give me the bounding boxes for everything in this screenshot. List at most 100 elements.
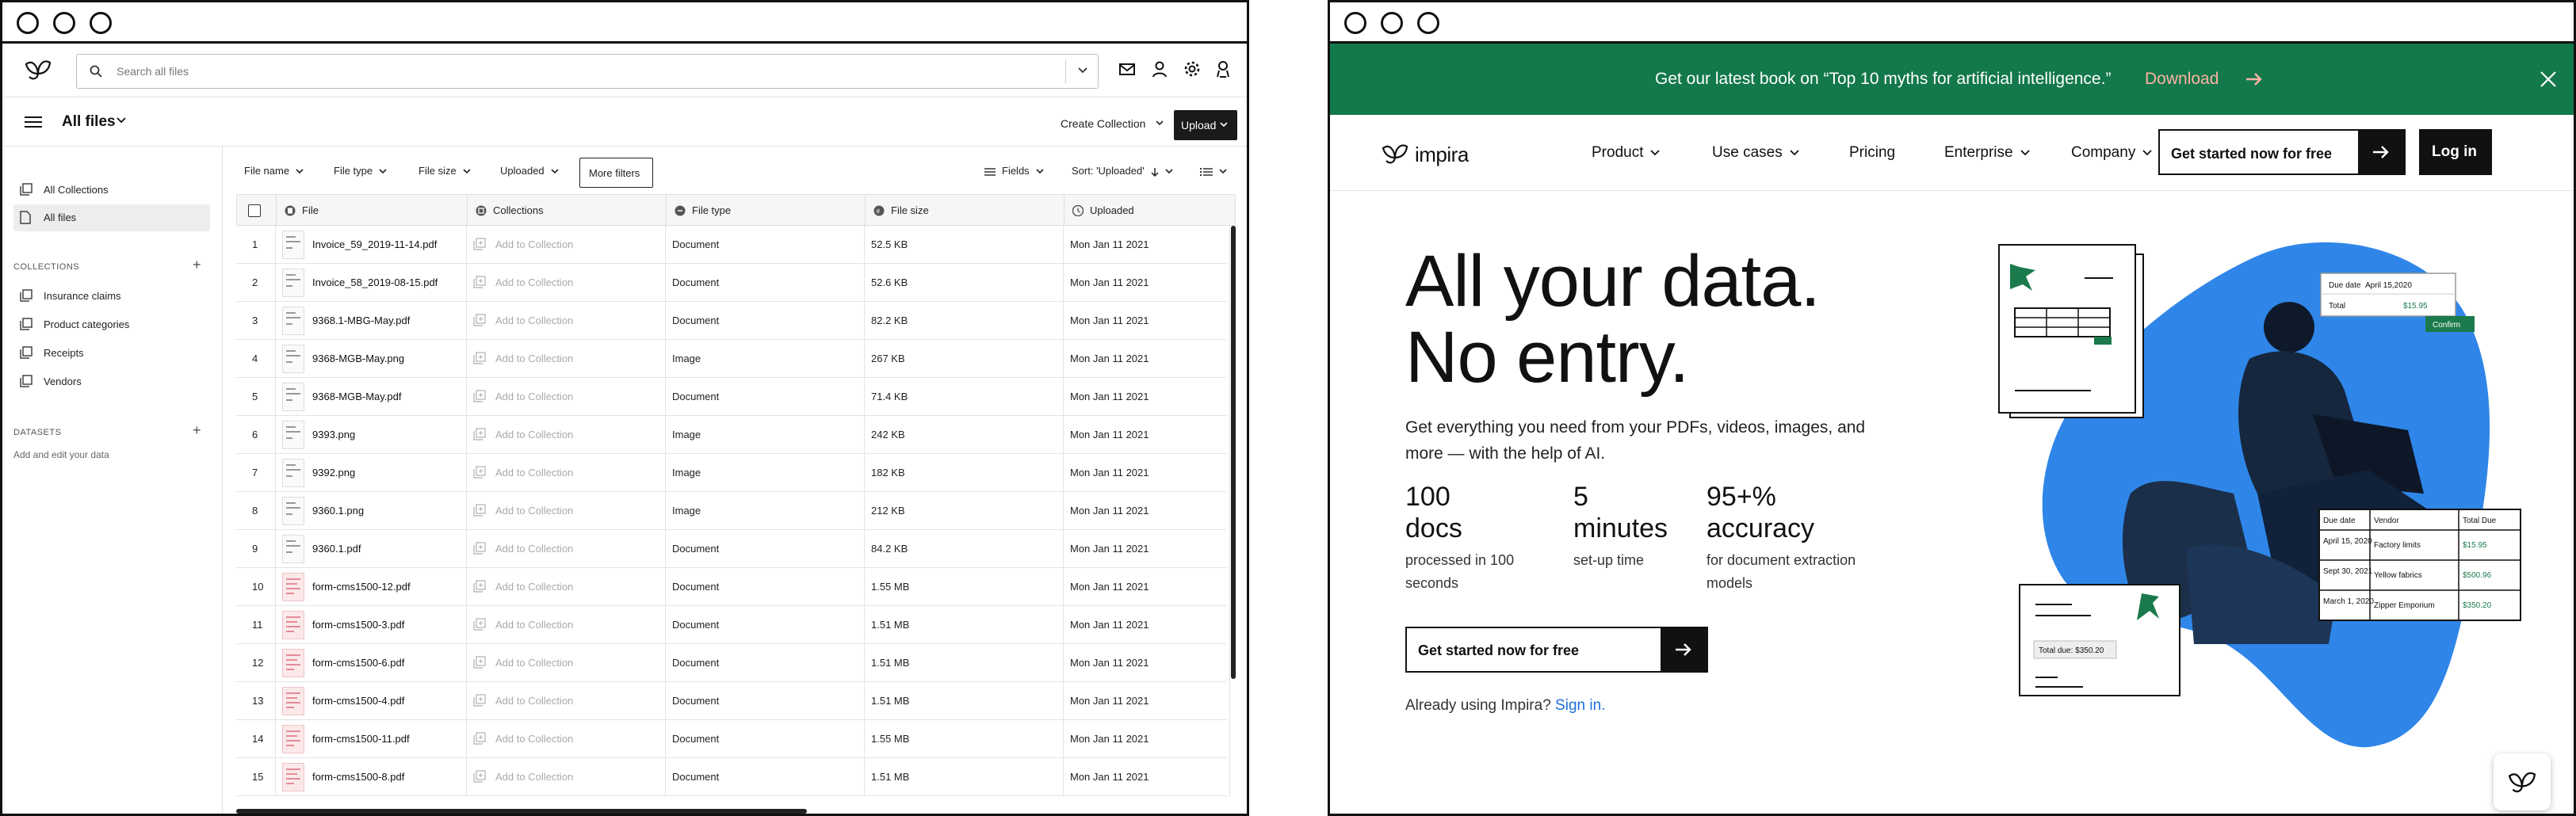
- nav-item-pricing[interactable]: Pricing: [1849, 144, 1895, 162]
- table-row[interactable]: 8 9360.1.png Add to Collection Image 212 KB M…: [236, 492, 1230, 530]
- menu-hamburger-icon[interactable]: [25, 116, 42, 128]
- table-row[interactable]: 9 9360.1.pdf Add to Collection Document 84.2…: [236, 530, 1230, 568]
- filter-uploaded[interactable]: Uploaded: [500, 165, 559, 177]
- table-row[interactable]: 5 9368-MGB-May.pdf Add to Collection Docume…: [236, 378, 1230, 416]
- file-cell[interactable]: Invoice_59_2019-11-14.pdf: [276, 226, 467, 264]
- file-cell[interactable]: form-cms1500-3.pdf: [276, 606, 467, 644]
- create-collection-button[interactable]: Create Collection: [1061, 117, 1145, 130]
- window-close-dot[interactable]: [1344, 12, 1366, 34]
- nav-get-started-button[interactable]: Get started now for free: [2158, 129, 2406, 175]
- filter-file-size[interactable]: File size: [419, 165, 471, 177]
- collections-cell[interactable]: Add to Collection: [467, 682, 666, 720]
- table-row[interactable]: 15 form-cms1500-8.pdf Add to Collection Doc…: [236, 758, 1230, 796]
- column-header-collections[interactable]: Collections: [468, 195, 667, 227]
- sidebar-item-vendors[interactable]: Vendors: [13, 368, 210, 395]
- file-thumbnail[interactable]: [282, 307, 304, 335]
- collections-cell[interactable]: Add to Collection: [467, 644, 666, 682]
- file-name[interactable]: form-cms1500-11.pdf: [312, 733, 410, 745]
- file-name[interactable]: Invoice_58_2019-08-15.pdf: [312, 276, 438, 288]
- banner-close-icon[interactable]: [2540, 71, 2557, 88]
- add-collection-plus-icon[interactable]: +: [193, 257, 201, 273]
- collections-cell[interactable]: Add to Collection: [467, 416, 666, 454]
- collections-cell[interactable]: Add to Collection: [467, 454, 666, 492]
- collections-cell[interactable]: Add to Collection: [467, 530, 666, 568]
- table-row[interactable]: 12 form-cms1500-6.pdf Add to Collection Doc…: [236, 644, 1230, 682]
- collections-cell[interactable]: Add to Collection: [467, 378, 666, 416]
- file-thumbnail[interactable]: [282, 573, 304, 601]
- sidebar-item-all-collections[interactable]: All Collections: [13, 177, 210, 204]
- table-row[interactable]: 6 9393.png Add to Collection Image 242 KB Mon…: [236, 416, 1230, 454]
- fields-button[interactable]: Fields: [984, 165, 1044, 177]
- table-vertical-scrollbar[interactable]: [1231, 226, 1236, 679]
- file-name[interactable]: form-cms1500-6.pdf: [312, 657, 404, 669]
- mail-icon[interactable]: [1118, 61, 1136, 77]
- brand-name[interactable]: impira: [1415, 143, 1469, 167]
- nav-item-product[interactable]: Product: [1592, 144, 1661, 162]
- window-maximize-dot[interactable]: [1417, 12, 1439, 34]
- file-name[interactable]: 9360.1.pdf: [312, 543, 361, 555]
- file-thumbnail[interactable]: [282, 497, 304, 525]
- collections-cell[interactable]: Add to Collection: [467, 568, 666, 606]
- file-name[interactable]: 9393.png: [312, 429, 355, 440]
- file-thumbnail[interactable]: [282, 459, 304, 487]
- file-cell[interactable]: form-cms1500-4.pdf: [276, 682, 467, 720]
- file-cell[interactable]: form-cms1500-11.pdf: [276, 720, 467, 758]
- file-thumbnail[interactable]: [282, 611, 304, 639]
- collections-cell[interactable]: Add to Collection: [467, 758, 666, 796]
- file-cell[interactable]: 9360.1.png: [276, 492, 467, 530]
- file-name[interactable]: Invoice_59_2019-11-14.pdf: [312, 238, 437, 250]
- file-thumbnail[interactable]: [282, 649, 304, 677]
- file-thumbnail[interactable]: [282, 269, 304, 297]
- column-header-uploaded[interactable]: Uploaded: [1064, 195, 1236, 227]
- file-thumbnail[interactable]: [282, 231, 304, 259]
- create-collection-chevron-icon[interactable]: [1156, 120, 1164, 126]
- sidebar-item-product-categories[interactable]: Product categories: [13, 311, 210, 338]
- login-button[interactable]: Log in: [2419, 129, 2492, 175]
- nav-item-use-cases[interactable]: Use cases: [1712, 144, 1799, 162]
- file-cell[interactable]: form-cms1500-8.pdf: [276, 758, 467, 796]
- collections-cell[interactable]: Add to Collection: [467, 340, 666, 378]
- file-cell[interactable]: Invoice_58_2019-08-15.pdf: [276, 264, 467, 302]
- table-row[interactable]: 4 9368-MGB-May.png Add to Collection Image 2…: [236, 340, 1230, 378]
- file-name[interactable]: 9368-MGB-May.png: [312, 353, 404, 364]
- sidebar-item-insurance-claims[interactable]: Insurance claims: [13, 283, 210, 310]
- column-header-file-size[interactable]: # File size: [866, 195, 1064, 227]
- table-horizontal-scrollbar[interactable]: [236, 809, 807, 814]
- filter-file-type[interactable]: File type: [334, 165, 387, 177]
- table-row[interactable]: 13 form-cms1500-4.pdf Add to Collection Doc…: [236, 682, 1230, 720]
- impira-logo-icon[interactable]: [1380, 142, 1410, 166]
- file-cell[interactable]: form-cms1500-6.pdf: [276, 644, 467, 682]
- file-thumbnail[interactable]: [282, 725, 304, 753]
- file-thumbnail[interactable]: [282, 345, 304, 373]
- file-name[interactable]: 9368-MGB-May.pdf: [312, 391, 401, 402]
- collections-cell[interactable]: Add to Collection: [467, 226, 666, 264]
- collections-cell[interactable]: Add to Collection: [467, 264, 666, 302]
- file-thumbnail[interactable]: [282, 421, 304, 449]
- window-minimize-dot[interactable]: [53, 12, 75, 34]
- user-icon[interactable]: [1152, 60, 1168, 78]
- view-toggle-button[interactable]: [1200, 165, 1227, 177]
- window-minimize-dot[interactable]: [1381, 12, 1403, 34]
- file-name[interactable]: 9360.1.png: [312, 505, 364, 517]
- search-options-chevron-icon[interactable]: [1077, 67, 1088, 74]
- file-thumbnail[interactable]: [282, 383, 304, 411]
- impira-logo-icon[interactable]: [25, 58, 52, 82]
- account-badge-icon[interactable]: [1215, 60, 1231, 78]
- arrow-right-icon[interactable]: [2245, 72, 2263, 86]
- file-thumbnail[interactable]: [282, 763, 304, 791]
- file-cell[interactable]: 9392.png: [276, 454, 467, 492]
- select-all-checkbox[interactable]: [248, 204, 261, 217]
- sidebar-item-all-files[interactable]: All files: [13, 204, 210, 231]
- file-name[interactable]: 9392.png: [312, 467, 355, 479]
- sort-button[interactable]: Sort: 'Uploaded': [1072, 165, 1173, 177]
- sidebar-item-receipts[interactable]: Receipts: [13, 340, 210, 367]
- file-name[interactable]: form-cms1500-8.pdf: [312, 771, 404, 783]
- file-cell[interactable]: form-cms1500-12.pdf: [276, 568, 467, 606]
- file-cell[interactable]: 9368-MGB-May.pdf: [276, 378, 467, 416]
- datasets-note[interactable]: Add and edit your data: [13, 449, 109, 460]
- file-cell[interactable]: 9368.1-MBG-May.pdf: [276, 302, 467, 340]
- file-cell[interactable]: 9360.1.pdf: [276, 530, 467, 568]
- collections-cell[interactable]: Add to Collection: [467, 302, 666, 340]
- collections-cell[interactable]: Add to Collection: [467, 606, 666, 644]
- banner-download-link[interactable]: Download: [2145, 70, 2219, 89]
